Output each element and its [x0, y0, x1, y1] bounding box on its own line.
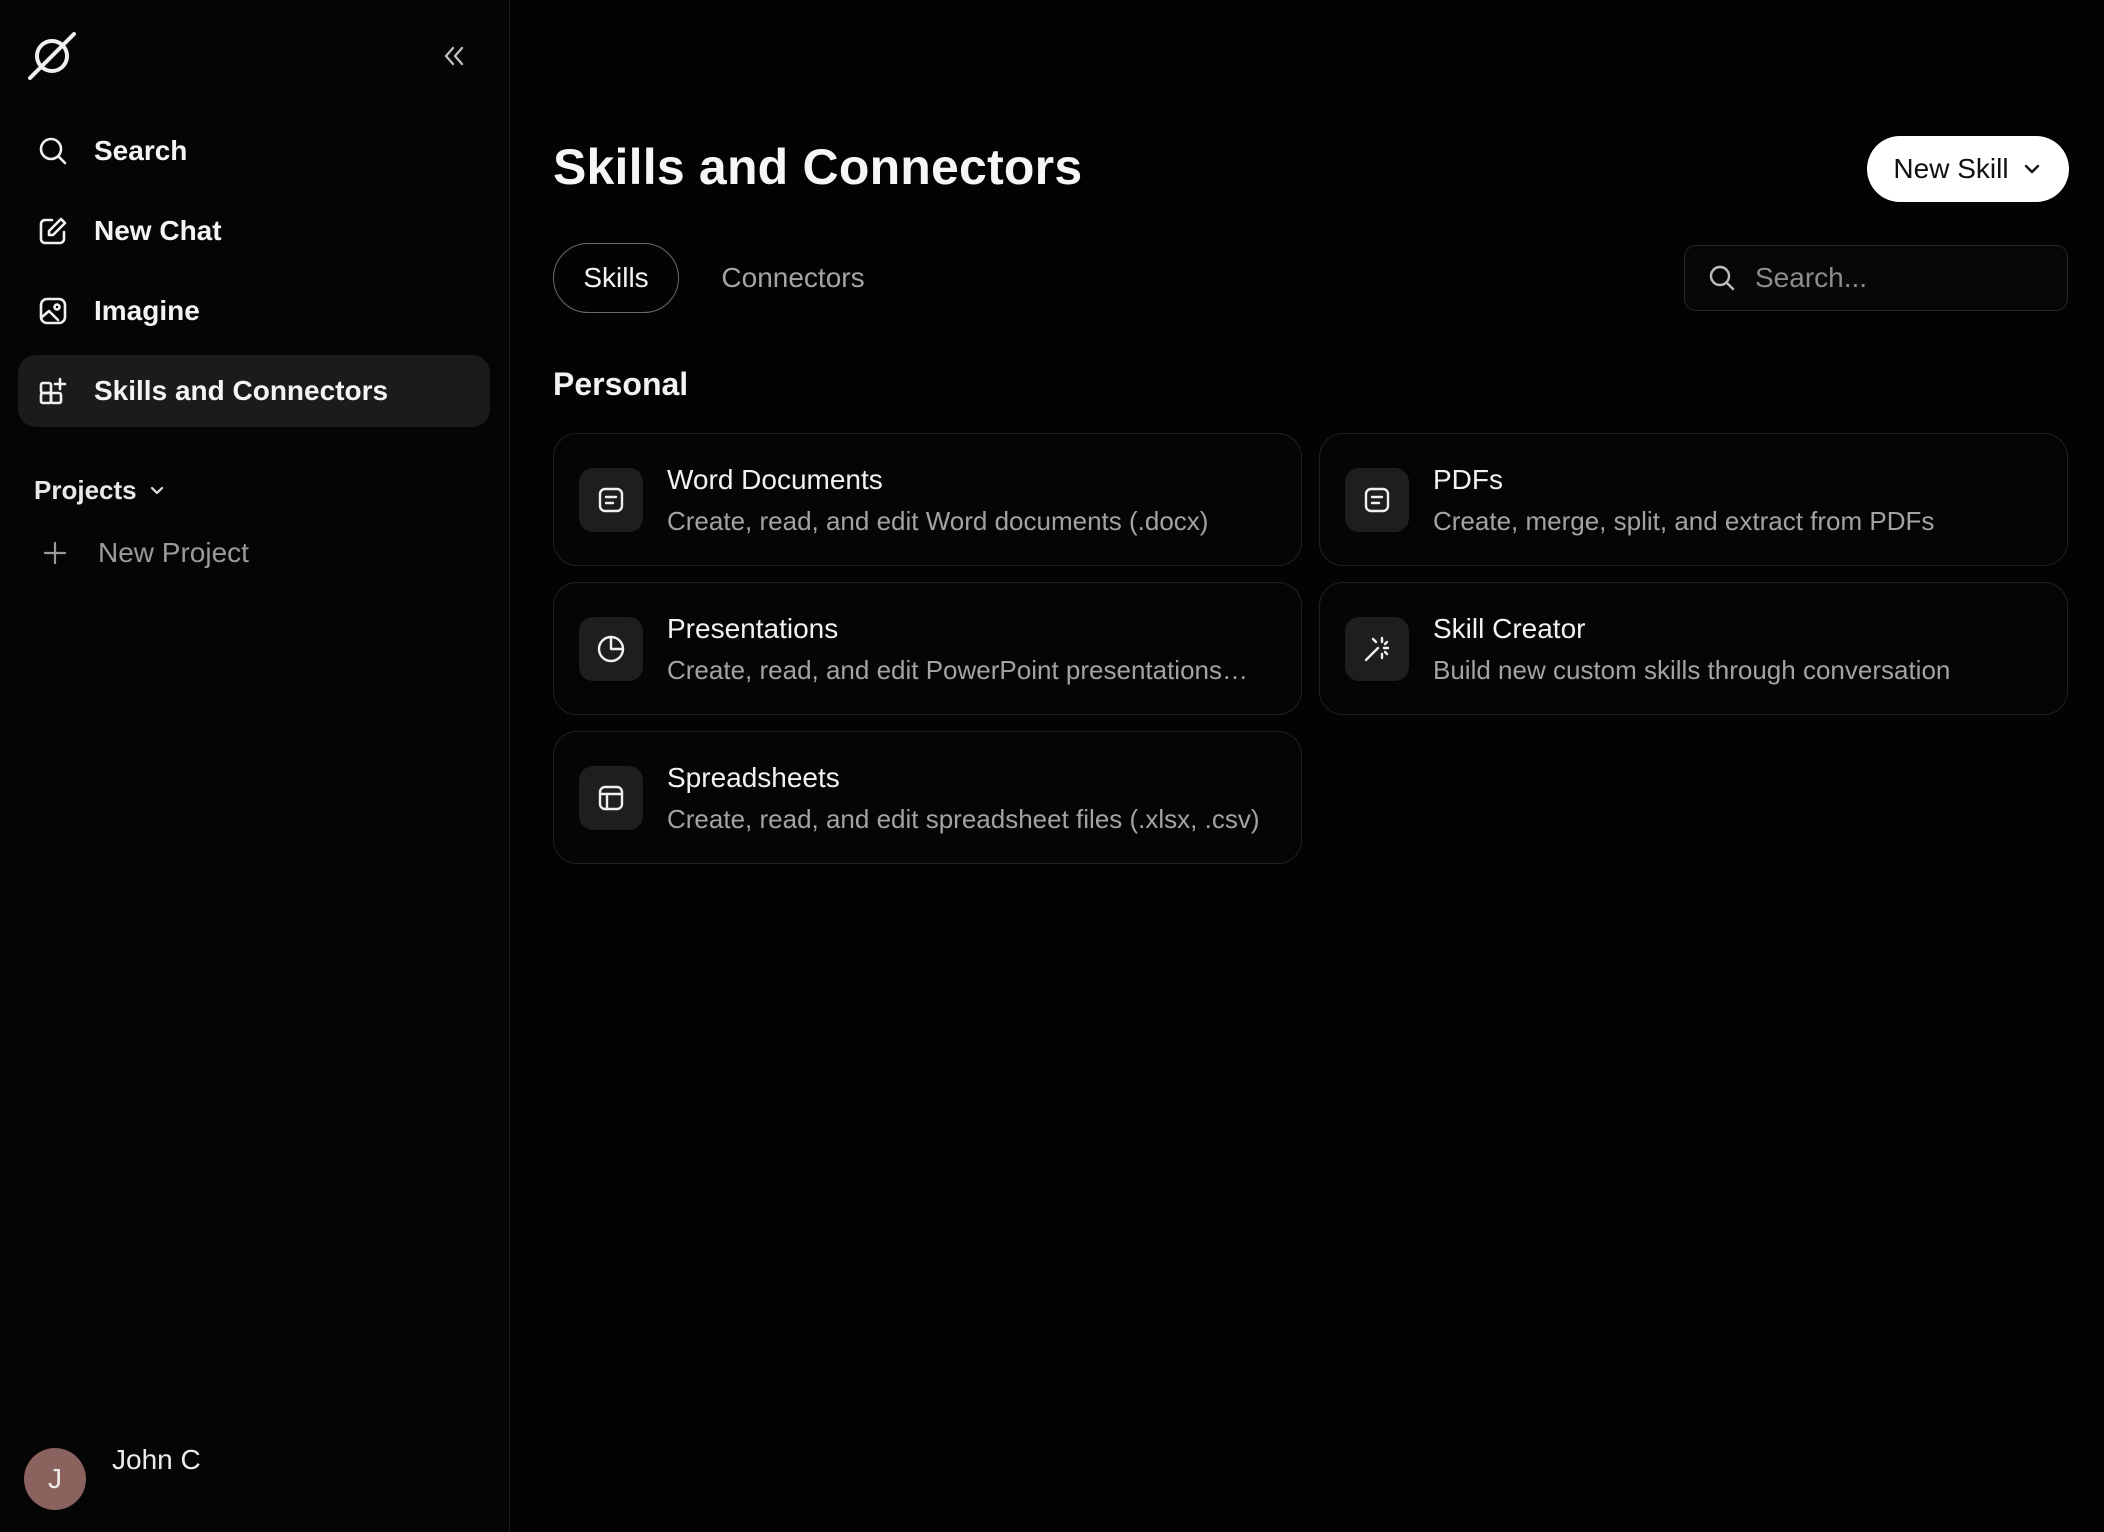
- sidebar-item-label: Skills and Connectors: [94, 375, 389, 406]
- image-icon: [36, 294, 70, 328]
- card-title: Presentations: [667, 613, 839, 644]
- pie-chart-icon: [579, 617, 643, 681]
- skill-card-spreadsheets[interactable]: Spreadsheets Create, read, and edit spre…: [553, 731, 1302, 864]
- tab-skills[interactable]: Skills: [553, 243, 679, 313]
- section-title-personal: Personal: [553, 366, 689, 402]
- document-icon: [579, 468, 643, 532]
- card-description: Create, merge, split, and extract from P…: [1433, 506, 1935, 536]
- new-project-label: New Project: [98, 537, 249, 568]
- document-icon: [1345, 468, 1409, 532]
- search-icon: [1709, 265, 1735, 291]
- chevron-down-icon: [150, 486, 163, 495]
- skill-card-skill-creator[interactable]: Skill Creator Build new custom skills th…: [1319, 582, 2068, 715]
- projects-label: Projects: [34, 474, 137, 505]
- logo-icon[interactable]: [24, 28, 80, 84]
- card-description: Create, read, and edit Word documents (.…: [667, 506, 1209, 536]
- card-description: Build new custom skills through conversa…: [1433, 655, 1951, 685]
- sidebar-item-label: Search: [94, 135, 188, 166]
- search-icon: [36, 134, 70, 168]
- sidebar-item-new-chat[interactable]: New Chat: [18, 195, 490, 267]
- projects-section-toggle[interactable]: Projects: [34, 470, 167, 510]
- sidebar: Search New Chat Imagine Skills and Conne…: [0, 0, 510, 1532]
- sidebar-item-search[interactable]: Search: [18, 115, 490, 187]
- card-title: Spreadsheets: [667, 762, 840, 793]
- card-description: Create, read, and edit PowerPoint presen…: [667, 655, 1249, 685]
- skill-card-presentations[interactable]: Presentations Create, read, and edit Pow…: [553, 582, 1302, 715]
- user-profile[interactable]: J John C: [24, 1444, 201, 1510]
- card-title: PDFs: [1433, 464, 1503, 495]
- plus-icon: [43, 541, 67, 565]
- new-skill-button[interactable]: New Skill: [1867, 136, 2069, 202]
- skill-card-word-documents[interactable]: Word Documents Create, read, and edit Wo…: [553, 433, 1302, 566]
- new-skill-label: New Skill: [1893, 153, 2009, 184]
- sidebar-item-skills-and-connectors[interactable]: Skills and Connectors: [18, 355, 490, 427]
- search-field[interactable]: [1684, 245, 2068, 311]
- chevron-down-icon: [2024, 164, 2039, 174]
- app-window: Search New Chat Imagine Skills and Conne…: [0, 0, 2104, 1532]
- card-title: Word Documents: [667, 464, 883, 495]
- double-chevron-left-icon: [444, 46, 464, 66]
- sidebar-item-label: Imagine: [94, 295, 200, 326]
- magic-wand-icon: [1345, 617, 1409, 681]
- sidebar-item-label: New Chat: [94, 215, 222, 246]
- sidebar-item-imagine[interactable]: Imagine: [18, 275, 490, 347]
- search-input[interactable]: [1755, 262, 2045, 294]
- table-icon: [579, 766, 643, 830]
- collapse-sidebar-button[interactable]: [432, 36, 476, 76]
- user-name: John C: [112, 1444, 201, 1475]
- tab-connectors[interactable]: Connectors: [701, 243, 885, 313]
- card-title: Skill Creator: [1433, 613, 1586, 644]
- page-title: Skills and Connectors: [553, 139, 1083, 195]
- edit-icon: [36, 214, 70, 248]
- skill-card-pdfs[interactable]: PDFs Create, merge, split, and extract f…: [1319, 433, 2068, 566]
- main-content: Skills and Connectors New Skill Skills C…: [511, 0, 2104, 1532]
- grid-plus-icon: [36, 374, 70, 408]
- avatar: J: [24, 1448, 86, 1510]
- new-project-button[interactable]: New Project: [40, 530, 249, 576]
- card-description: Create, read, and edit spreadsheet files…: [667, 804, 1260, 834]
